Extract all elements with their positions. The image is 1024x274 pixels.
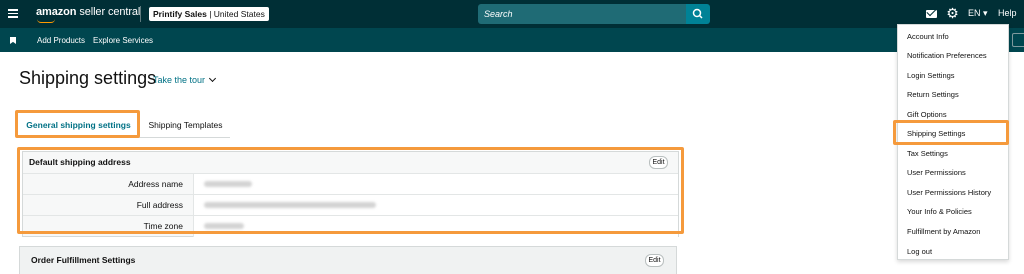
account-switcher[interactable]: Printify Sales | United States (149, 7, 269, 21)
menu-item-return-settings[interactable]: Return Settings (907, 90, 959, 99)
nav-add-products[interactable]: Add Products (37, 36, 85, 45)
page-title: Shipping settings (19, 68, 157, 88)
chevron-down-icon (208, 74, 217, 83)
gear-icon[interactable]: ⚙ (945, 6, 960, 21)
search-icon (692, 8, 703, 19)
mail-icon[interactable] (926, 10, 937, 18)
menu-item-tax-settings[interactable]: Tax Settings (907, 149, 948, 158)
search-field[interactable]: Search (478, 4, 687, 24)
nav-edit-button[interactable] (1012, 33, 1024, 47)
language-selector[interactable]: EN ▾ (968, 8, 988, 19)
order-fulfillment-panel: Order Fulfillment Settings Edit (19, 246, 677, 274)
menu-item-account-info[interactable]: Account Info (907, 32, 949, 41)
menu-item-fulfillment-by-amazon[interactable]: Fulfillment by Amazon (907, 227, 980, 236)
menu-item-user-permissions[interactable]: User Permissions (907, 168, 966, 177)
menu-item-notification-preferences[interactable]: Notification Preferences (907, 51, 987, 60)
search-input[interactable]: Search (484, 4, 513, 24)
tab-highlight (15, 110, 140, 138)
shipping-settings-highlight (893, 120, 1009, 145)
amazon-seller-central-logo[interactable]: amazon seller central (36, 6, 140, 18)
search-button[interactable] (686, 4, 710, 24)
menu-item-user-permissions-history[interactable]: User Permissions History (907, 188, 991, 197)
menu-item-gift-options[interactable]: Gift Options (907, 110, 947, 119)
menu-icon[interactable] (8, 9, 18, 18)
nav-bar (0, 28, 1024, 52)
help-link[interactable]: Help (998, 8, 1017, 18)
take-tour-link[interactable]: Take the tour (153, 74, 217, 85)
order-fulfillment-title: Order Fulfillment Settings (31, 255, 136, 265)
address-highlight (17, 147, 684, 234)
header-divider (140, 6, 141, 22)
menu-item-login-settings[interactable]: Login Settings (907, 71, 955, 80)
logo-smile-icon (37, 19, 55, 23)
tab-shipping-templates[interactable]: Shipping Templates (141, 113, 230, 138)
edit-fulfillment-button[interactable]: Edit (645, 254, 664, 267)
menu-item-your-info-policies[interactable]: Your Info & Policies (907, 207, 972, 216)
menu-item-log-out[interactable]: Log out (907, 247, 932, 256)
nav-explore-services[interactable]: Explore Services (93, 36, 153, 45)
